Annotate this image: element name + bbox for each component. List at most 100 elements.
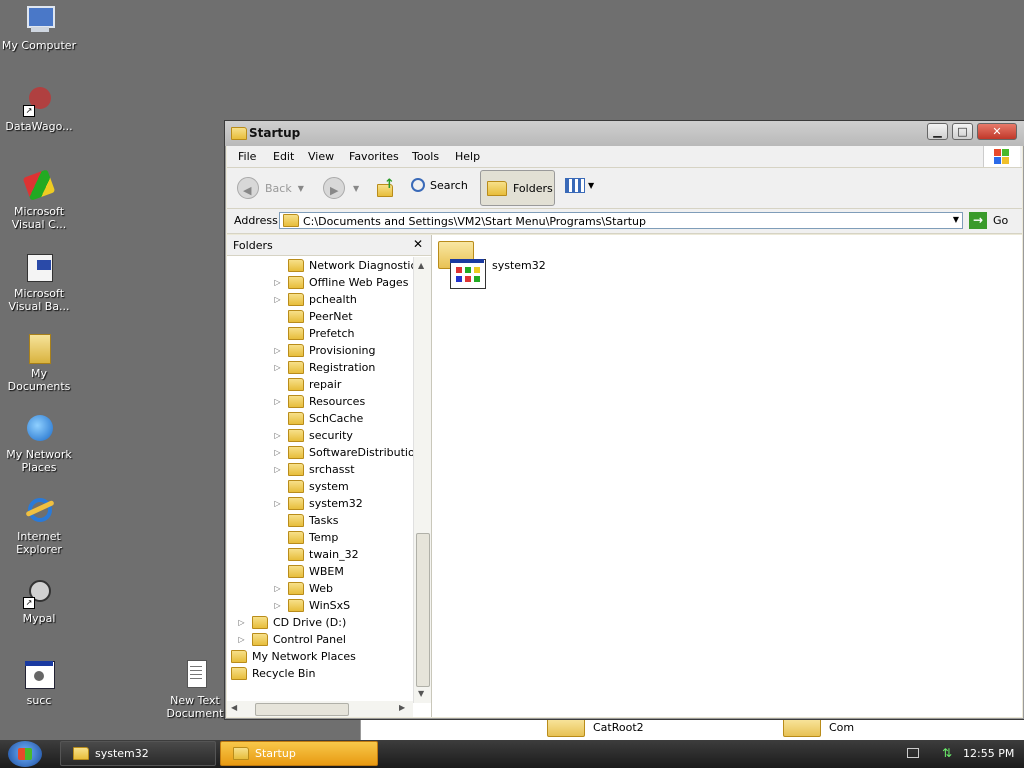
scroll-right-icon[interactable]: ▶ — [399, 703, 405, 712]
scroll-thumb-horizontal[interactable] — [255, 703, 349, 716]
folder-icon — [231, 650, 247, 663]
windows-logo-icon — [983, 146, 1020, 167]
network-tray-icon[interactable]: ⇅ — [942, 746, 956, 760]
maximize-button[interactable]: □ — [952, 123, 973, 140]
up-folder-button[interactable]: ↑ — [375, 177, 397, 199]
horizontal-scrollbar[interactable]: ◀ ▶ — [227, 701, 413, 717]
expand-arrow-icon[interactable]: ▷ — [273, 295, 282, 304]
back-arrow-icon: ◀ — [237, 177, 259, 199]
menu-edit[interactable]: Edit — [273, 150, 294, 163]
folder-icon — [288, 582, 304, 595]
desktop-icon-succ[interactable]: succ — [0, 659, 78, 707]
desktop-icon-my-computer[interactable]: My Computer — [0, 4, 78, 52]
app-icon — [23, 659, 55, 691]
start-button[interactable] — [8, 741, 42, 767]
tree-item[interactable]: ▷ Control Panel — [237, 631, 346, 648]
menu-help[interactable]: Help — [455, 150, 480, 163]
desktop-icon-my-documents[interactable]: My Documents — [0, 332, 78, 393]
tree-item[interactable]: Tasks — [273, 512, 338, 529]
tree-item[interactable]: ▷ Web — [273, 580, 333, 597]
tree-item[interactable]: repair — [273, 376, 341, 393]
tree-item[interactable]: ▷ srchasst — [273, 461, 355, 478]
folder-icon — [288, 463, 304, 476]
desktop-icon-my-network-places[interactable]: My Network Places — [0, 413, 78, 474]
back-button[interactable]: ◀ Back ▼ — [237, 177, 304, 199]
folder-icon — [288, 361, 304, 374]
expand-arrow-icon[interactable]: ▷ — [273, 499, 282, 508]
expand-arrow-icon[interactable]: ▷ — [273, 397, 282, 406]
desktop-icon-visual-c[interactable]: Microsoft Visual C... — [0, 169, 78, 231]
expand-arrow-icon[interactable]: ▷ — [273, 448, 282, 457]
tree-item[interactable]: ▷My Network Places — [231, 648, 356, 665]
tree-item[interactable]: ▷ Offline Web Pages — [273, 274, 408, 291]
shortcut-arrow-icon: ↗ — [23, 105, 35, 117]
expand-arrow-icon[interactable]: ▷ — [273, 431, 282, 440]
address-input[interactable]: C:\Documents and Settings\VM2\Start Menu… — [279, 212, 963, 229]
menu-view[interactable]: View — [308, 150, 334, 163]
tree-item[interactable]: Temp — [273, 529, 338, 546]
go-button[interactable]: → Go — [969, 212, 1008, 229]
folders-pane-header: Folders ✕ — [227, 235, 431, 256]
tree-item[interactable]: ▷ Provisioning — [273, 342, 376, 359]
tree-item[interactable]: ▷ CD Drive (D:) — [237, 614, 346, 631]
menu-file[interactable]: File — [238, 150, 256, 163]
tree-item[interactable]: ▷ pchealth — [273, 291, 357, 308]
folder-icon — [288, 327, 304, 340]
tree-item-label: Resources — [309, 395, 366, 408]
vertical-scrollbar[interactable]: ▲ ▼ — [413, 257, 431, 703]
desktop-icon-internet-explorer[interactable]: Internet Explorer — [0, 495, 78, 556]
close-pane-icon[interactable]: ✕ — [413, 237, 423, 251]
tree-item-label: security — [309, 429, 353, 442]
taskbar-item-startup[interactable]: Startup — [220, 741, 378, 766]
desktop-icon-new-text-document[interactable]: New Text Document — [156, 659, 234, 720]
expand-arrow-icon[interactable]: ▷ — [273, 465, 282, 474]
expand-arrow-icon[interactable]: ▷ — [237, 618, 246, 627]
menu-bar: File Edit View Favorites Tools Help — [227, 146, 1022, 168]
views-button[interactable]: ▼ — [565, 178, 594, 193]
tree-item[interactable]: ▷ system32 — [273, 495, 363, 512]
tree-item[interactable]: twain_32 — [273, 546, 359, 563]
expand-arrow-icon[interactable]: ▷ — [237, 635, 246, 644]
tree-item[interactable]: PeerNet — [273, 308, 353, 325]
tree-item[interactable]: ▷ WinSxS — [273, 597, 350, 614]
desktop-icon-label: My Network Places — [6, 448, 72, 474]
menu-tools[interactable]: Tools — [412, 150, 439, 163]
title-bar[interactable]: Startup ▁ □ ✕ — [225, 121, 1024, 146]
folders-button[interactable]: Folders — [480, 170, 555, 206]
taskbar-item-system32[interactable]: system32 — [60, 741, 216, 766]
tree-item[interactable]: ▷ Resources — [273, 393, 365, 410]
tree-item[interactable]: Prefetch — [273, 325, 354, 342]
chevron-down-icon: ▼ — [588, 181, 595, 190]
desktop-icon-visual-basic[interactable]: Microsoft Visual Ba... — [0, 252, 78, 313]
desktop-icon-datawagon[interactable]: ↗ DataWago... — [0, 85, 78, 133]
minimize-button[interactable]: ▁ — [927, 123, 948, 140]
expand-arrow-icon[interactable]: ▷ — [273, 278, 282, 287]
tree-item[interactable]: WBEM — [273, 563, 344, 580]
tree-item[interactable]: system — [273, 478, 349, 495]
tree-item[interactable]: ▷ security — [273, 427, 353, 444]
tree-item[interactable]: ▷ SoftwareDistributio — [273, 444, 413, 461]
tree-item[interactable]: ▷ Registration — [273, 359, 375, 376]
expand-arrow-icon[interactable]: ▷ — [273, 346, 282, 355]
forward-arrow-icon: ▶ — [323, 177, 345, 199]
scroll-down-icon[interactable]: ▼ — [418, 689, 424, 698]
scroll-up-icon[interactable]: ▲ — [418, 261, 424, 270]
close-button[interactable]: ✕ — [977, 123, 1017, 140]
tree-item[interactable]: Recycle Bin — [231, 665, 315, 682]
expand-arrow-icon[interactable]: ▷ — [273, 363, 282, 372]
clock[interactable]: 12:55 PM — [963, 747, 1014, 760]
expand-arrow-icon[interactable]: ▷ — [273, 584, 282, 593]
menu-favorites[interactable]: Favorites — [349, 150, 399, 163]
tree-item-label: system32 — [309, 497, 363, 510]
desktop-icon-mypal[interactable]: ↗ Mypal — [0, 577, 78, 625]
scroll-left-icon[interactable]: ◀ — [231, 703, 237, 712]
file-item[interactable]: system32 — [436, 239, 546, 289]
tree-item[interactable]: Network Diagnostic — [273, 257, 413, 274]
search-button[interactable]: Search — [411, 178, 468, 192]
tree-item[interactable]: SchCache — [273, 410, 363, 427]
address-dropdown-icon[interactable]: ▼ — [953, 215, 959, 224]
expand-arrow-icon[interactable]: ▷ — [273, 601, 282, 610]
keyboard-icon[interactable] — [907, 748, 919, 758]
scroll-thumb[interactable] — [416, 533, 430, 687]
forward-button[interactable]: ▶ ▼ — [323, 177, 359, 199]
